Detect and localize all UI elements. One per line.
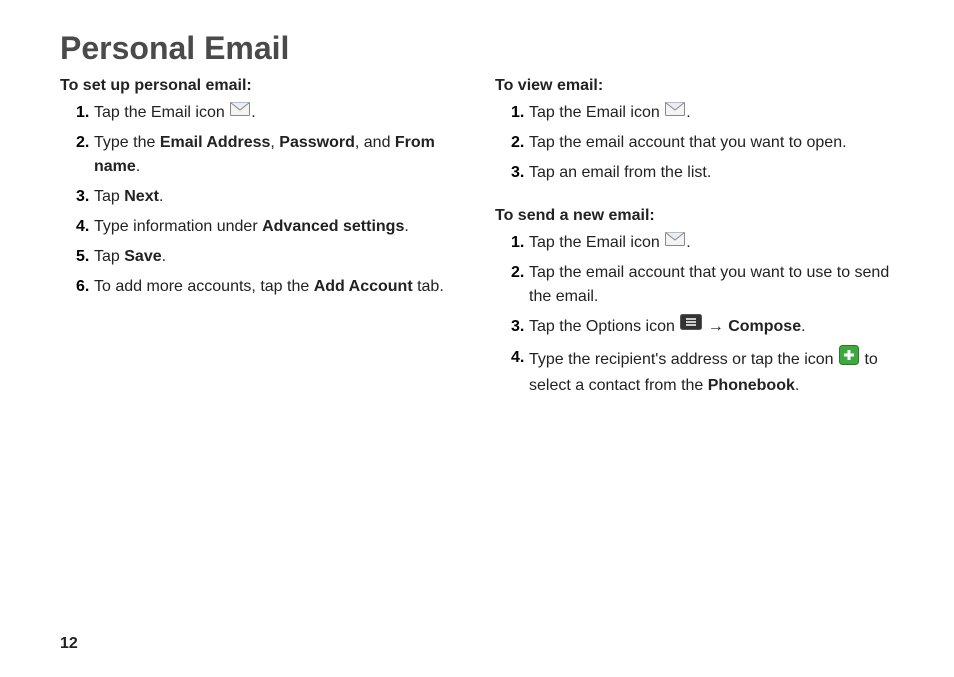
text: . bbox=[801, 319, 805, 336]
text: , bbox=[270, 134, 279, 151]
list-item: Tap the Email icon . bbox=[76, 101, 459, 125]
list-item: Type information under Advanced settings… bbox=[76, 215, 459, 239]
email-icon bbox=[665, 100, 685, 124]
text: Tap the Email icon bbox=[529, 104, 664, 121]
text: Type information under bbox=[94, 218, 262, 235]
bold-text: Password bbox=[279, 134, 355, 151]
text: Tap the Options icon bbox=[529, 319, 679, 336]
column-left: To set up personal email: Tap the Email … bbox=[60, 77, 459, 412]
list-item: To add more accounts, tap the Add Accoun… bbox=[76, 275, 459, 299]
list-item: Tap the email account that you want to o… bbox=[511, 131, 894, 155]
text: Tap the Email icon bbox=[529, 234, 664, 251]
list-view: Tap the Email icon . Tap the email accou… bbox=[495, 101, 894, 185]
text: . bbox=[686, 104, 690, 121]
email-icon bbox=[230, 100, 250, 124]
page-number: 12 bbox=[60, 635, 78, 653]
text: . bbox=[686, 234, 690, 251]
list-item: Tap the email account that you want to u… bbox=[511, 261, 894, 309]
text: . bbox=[136, 158, 140, 175]
text: Tap bbox=[94, 248, 124, 265]
list-send: Tap the Email icon . Tap the email accou… bbox=[495, 231, 894, 397]
text: To add more accounts, tap the bbox=[94, 278, 314, 295]
text: Tap an email from the list. bbox=[529, 164, 711, 181]
text: . bbox=[251, 104, 255, 121]
text: , and bbox=[355, 134, 395, 151]
bold-text: Save bbox=[124, 248, 161, 265]
text: . bbox=[162, 248, 166, 265]
bold-text: Phonebook bbox=[708, 377, 795, 394]
list-item: Tap an email from the list. bbox=[511, 161, 894, 185]
text: tab. bbox=[413, 278, 444, 295]
bold-text: Next bbox=[124, 188, 159, 205]
bold-text: Email Address bbox=[160, 134, 271, 151]
text: Tap bbox=[94, 188, 124, 205]
list-item: Type the recipient's address or tap the … bbox=[511, 346, 894, 398]
column-right: To view email: Tap the Email icon . Tap … bbox=[495, 77, 894, 412]
heading-send: To send a new email: bbox=[495, 207, 894, 225]
heading-view: To view email: bbox=[495, 77, 894, 95]
list-item: Type the Email Address, Password, and Fr… bbox=[76, 131, 459, 179]
text: Type the bbox=[94, 134, 160, 151]
bold-text: Add Account bbox=[314, 278, 413, 295]
list-item: Tap Next. bbox=[76, 185, 459, 209]
text: Tap the email account that you want to o… bbox=[529, 134, 847, 151]
text: Tap the email account that you want to u… bbox=[529, 264, 889, 305]
options-icon bbox=[680, 314, 702, 338]
list-item: Tap Save. bbox=[76, 245, 459, 269]
bold-text: Compose bbox=[728, 319, 801, 336]
email-icon bbox=[665, 230, 685, 254]
text: Tap the Email icon bbox=[94, 104, 229, 121]
text: Type the recipient's address or tap the … bbox=[529, 351, 838, 368]
text: . bbox=[404, 218, 408, 235]
text: → bbox=[703, 319, 728, 336]
list-item: Tap the Email icon . bbox=[511, 231, 894, 255]
add-contact-icon bbox=[839, 345, 859, 373]
bold-text: Advanced settings bbox=[262, 218, 404, 235]
list-item: Tap the Email icon . bbox=[511, 101, 894, 125]
text: . bbox=[795, 377, 799, 394]
page-title: Personal Email bbox=[60, 30, 894, 67]
list-item: Tap the Options icon → Compose. bbox=[511, 315, 894, 339]
list-setup: Tap the Email icon . Type the Email Addr… bbox=[60, 101, 459, 299]
heading-setup: To set up personal email: bbox=[60, 77, 459, 95]
text: . bbox=[159, 188, 163, 205]
